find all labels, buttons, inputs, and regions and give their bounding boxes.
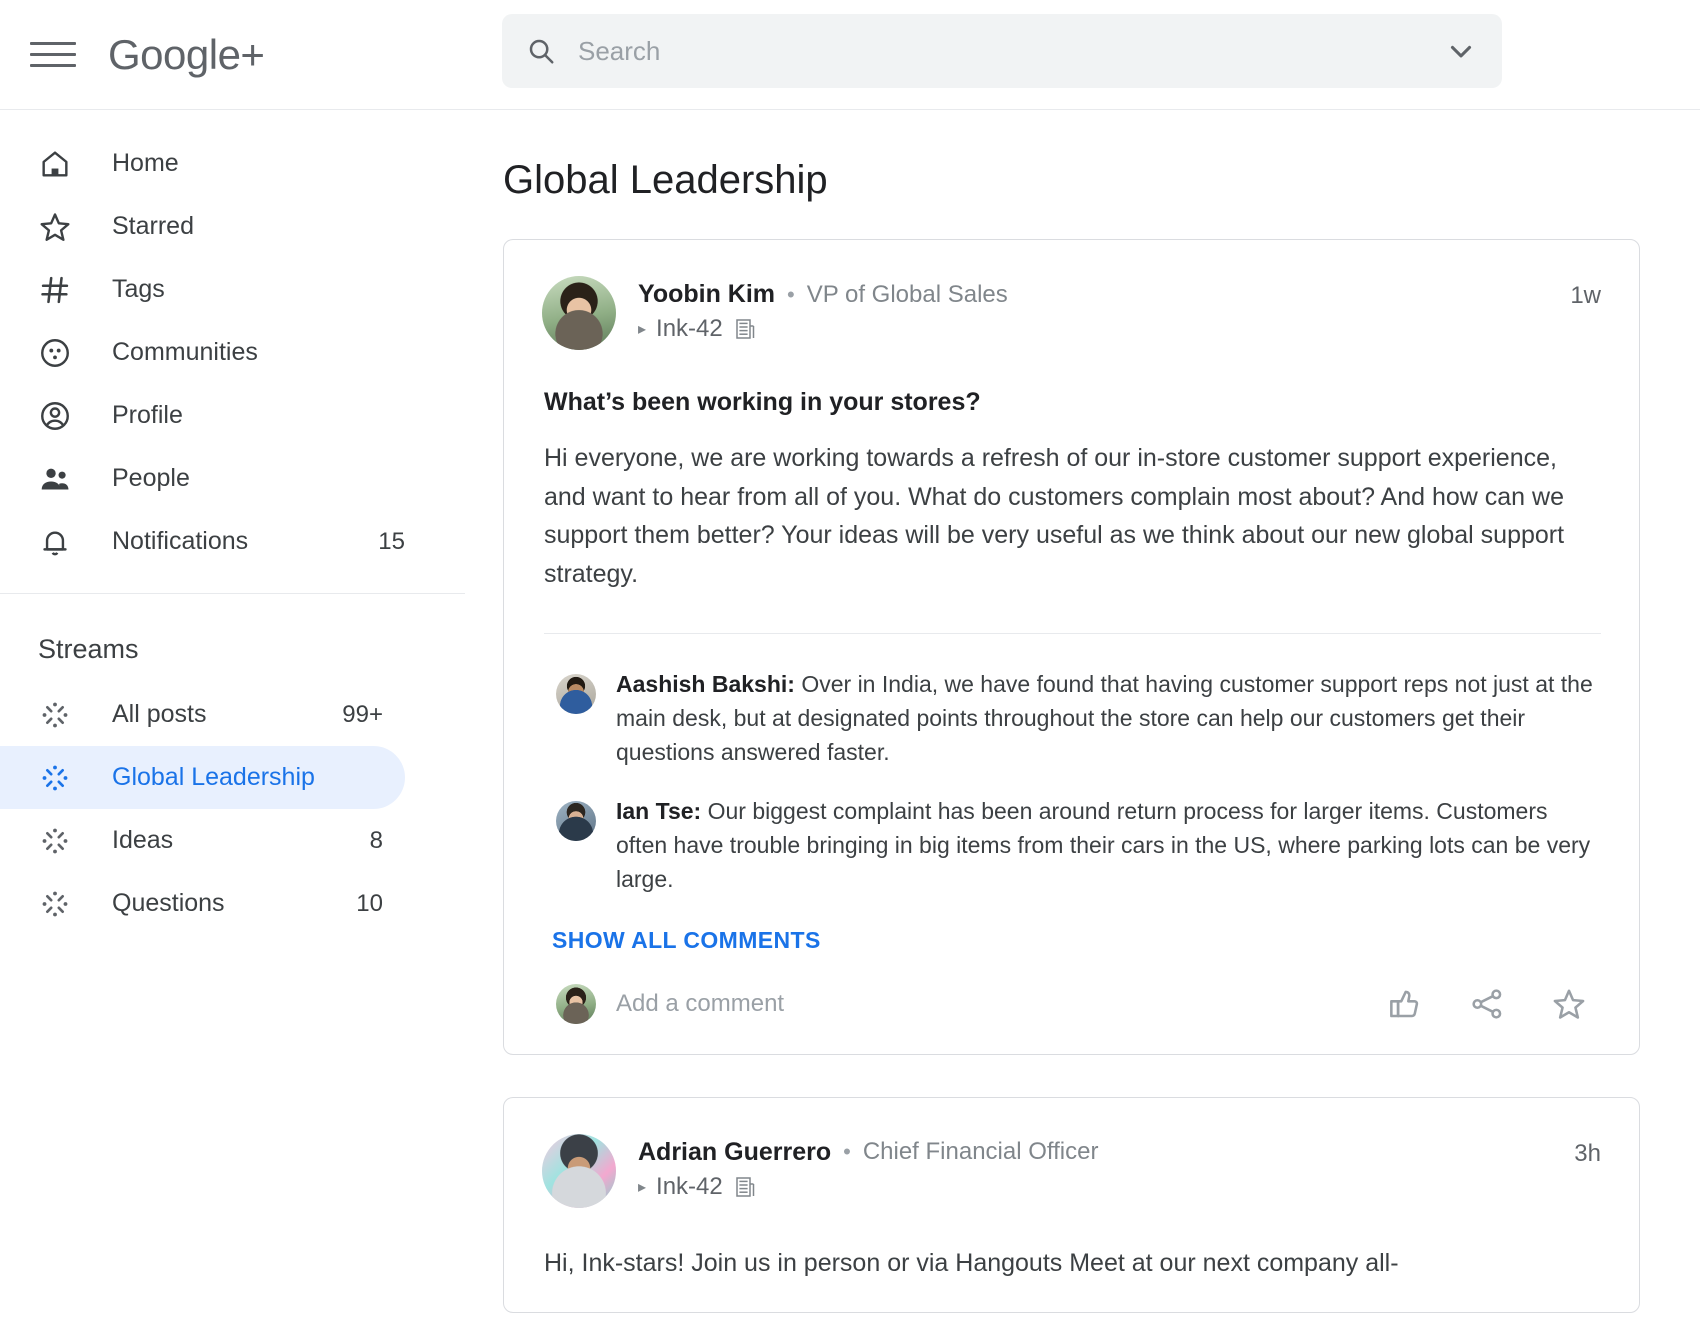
search-icon <box>529 39 554 64</box>
comment-body: Our biggest complaint has been around re… <box>616 798 1591 892</box>
post-card: Yoobin Kim • VP of Global Sales ▸ Ink-42 <box>503 239 1640 1055</box>
add-comment-input[interactable] <box>616 989 1387 1018</box>
post-title: What’s been working in your stores? <box>544 388 981 416</box>
building-icon <box>735 1177 754 1197</box>
sidebar-item-ideas[interactable]: Ideas 8 <box>0 809 405 872</box>
post-header: Yoobin Kim • VP of Global Sales ▸ Ink-42 <box>542 276 1601 350</box>
page-title: Global Leadership <box>503 158 828 202</box>
sidebar-item-label: Communities <box>112 338 258 366</box>
google-plus-app: Google+ Home <box>0 0 1700 1334</box>
main-content: Global Leadership Yoobin Kim • VP of Glo… <box>465 110 1700 1334</box>
separator-dot: • <box>787 281 795 307</box>
sidebar-item-profile[interactable]: Profile <box>0 384 465 447</box>
app-header: Google+ <box>0 0 1700 110</box>
bell-icon <box>43 531 67 555</box>
post-body: Hi everyone, we are working towards a re… <box>544 444 1565 588</box>
sidebar-item-starred[interactable]: Starred <box>0 195 465 258</box>
star-icon[interactable] <box>1551 986 1587 1022</box>
comment-author[interactable]: Ian Tse: <box>616 798 701 824</box>
avatar <box>556 983 596 1024</box>
post-timestamp: 3h <box>1574 1139 1601 1167</box>
avatar[interactable] <box>542 276 616 350</box>
post-body: Hi, Ink-stars! Join us in person or via … <box>544 1248 1399 1277</box>
post-actions <box>1387 986 1587 1022</box>
sidebar-item-count: 99+ <box>342 700 383 728</box>
burst-icon <box>42 702 68 727</box>
post-group[interactable]: Ink-42 <box>656 315 723 343</box>
star-icon <box>40 212 70 241</box>
post-header: Adrian Guerrero • Chief Financial Office… <box>542 1133 1601 1208</box>
hamburger-icon[interactable] <box>30 37 76 73</box>
search-bar[interactable] <box>502 14 1502 88</box>
sidebar-item-label: Ideas <box>112 826 174 854</box>
sidebar-item-all-posts[interactable]: All posts 99+ <box>0 683 405 746</box>
sidebar-item-label: Global Leadership <box>112 763 315 791</box>
separator-dot: • <box>843 1139 851 1165</box>
thumbs-up-icon[interactable] <box>1387 986 1423 1022</box>
list-item: Aashish Bakshi: Over in India, we have f… <box>542 668 1601 769</box>
burst-icon <box>42 828 68 853</box>
post-card: Adrian Guerrero • Chief Financial Office… <box>503 1096 1640 1314</box>
list-item: Ian Tse: Our biggest complaint has been … <box>542 795 1601 896</box>
post-group[interactable]: Ink-42 <box>656 1173 723 1201</box>
burst-icon <box>42 765 68 790</box>
sidebar-item-label: Profile <box>112 401 183 429</box>
sidebar-item-label: Notifications <box>112 527 249 555</box>
sidebar-item-label: People <box>112 464 190 492</box>
sidebar-item-label: Questions <box>112 889 225 917</box>
home-icon <box>42 150 68 177</box>
show-all-comments-button[interactable]: SHOW ALL COMMENTS <box>552 927 1601 954</box>
hashtag-icon <box>41 276 69 303</box>
sidebar-item-notifications[interactable]: Notifications 15 <box>0 510 465 573</box>
chevron-down-icon[interactable] <box>1444 34 1478 68</box>
post-author[interactable]: Adrian Guerrero <box>638 1138 831 1167</box>
burst-icon <box>42 891 68 916</box>
share-icon[interactable] <box>1469 986 1505 1022</box>
sidebar-item-label: All posts <box>112 700 207 728</box>
post-author[interactable]: Yoobin Kim <box>638 280 775 309</box>
post-author-role: Chief Financial Officer <box>862 1138 1099 1166</box>
post-action-bar <box>542 983 1601 1024</box>
post-timestamp: 1w <box>1570 282 1601 309</box>
avatar[interactable] <box>556 801 596 842</box>
sidebar-item-label: Starred <box>112 212 194 240</box>
sidebar-item-people[interactable]: People <box>0 447 465 510</box>
building-icon <box>735 319 754 339</box>
post-meta: Adrian Guerrero • Chief Financial Office… <box>638 1134 1098 1201</box>
sidebar: Home Starred Tags Communities Profile Pe… <box>0 110 465 1334</box>
sidebar-item-count: 8 <box>369 826 383 854</box>
triangle-icon: ▸ <box>638 321 647 338</box>
avatar[interactable] <box>556 674 596 714</box>
comment-author[interactable]: Aashish Bakshi: <box>616 671 795 697</box>
sidebar-item-questions[interactable]: Questions 10 <box>0 872 405 935</box>
sidebar-item-tags[interactable]: Tags <box>0 258 465 321</box>
post-divider <box>544 633 1601 634</box>
sidebar-item-home[interactable]: Home <box>0 132 465 195</box>
search-input[interactable] <box>578 35 1444 67</box>
triangle-icon: ▸ <box>638 1178 647 1196</box>
sidebar-item-communities[interactable]: Communities <box>0 321 465 384</box>
sidebar-item-label: Tags <box>112 275 165 303</box>
communities-icon <box>41 338 69 367</box>
sidebar-item-label: Home <box>112 149 179 177</box>
sidebar-item-count: 15 <box>378 527 405 555</box>
app-body: Home Starred Tags Communities Profile Pe… <box>0 110 1700 1334</box>
avatar[interactable] <box>542 1133 616 1208</box>
sidebar-item-global-leadership[interactable]: Global Leadership <box>0 746 405 809</box>
people-icon <box>41 468 69 489</box>
comment-text: Aashish Bakshi: Over in India, we have f… <box>616 668 1601 769</box>
post-author-role: VP of Global Sales <box>806 280 1008 308</box>
profile-icon <box>41 401 69 430</box>
post-meta: Yoobin Kim • VP of Global Sales ▸ Ink-42 <box>638 276 1008 343</box>
comment-text: Ian Tse: Our biggest complaint has been … <box>616 795 1601 896</box>
streams-heading: Streams <box>38 634 139 664</box>
sidebar-item-count: 10 <box>356 889 383 917</box>
app-logo: Google+ <box>108 30 265 78</box>
